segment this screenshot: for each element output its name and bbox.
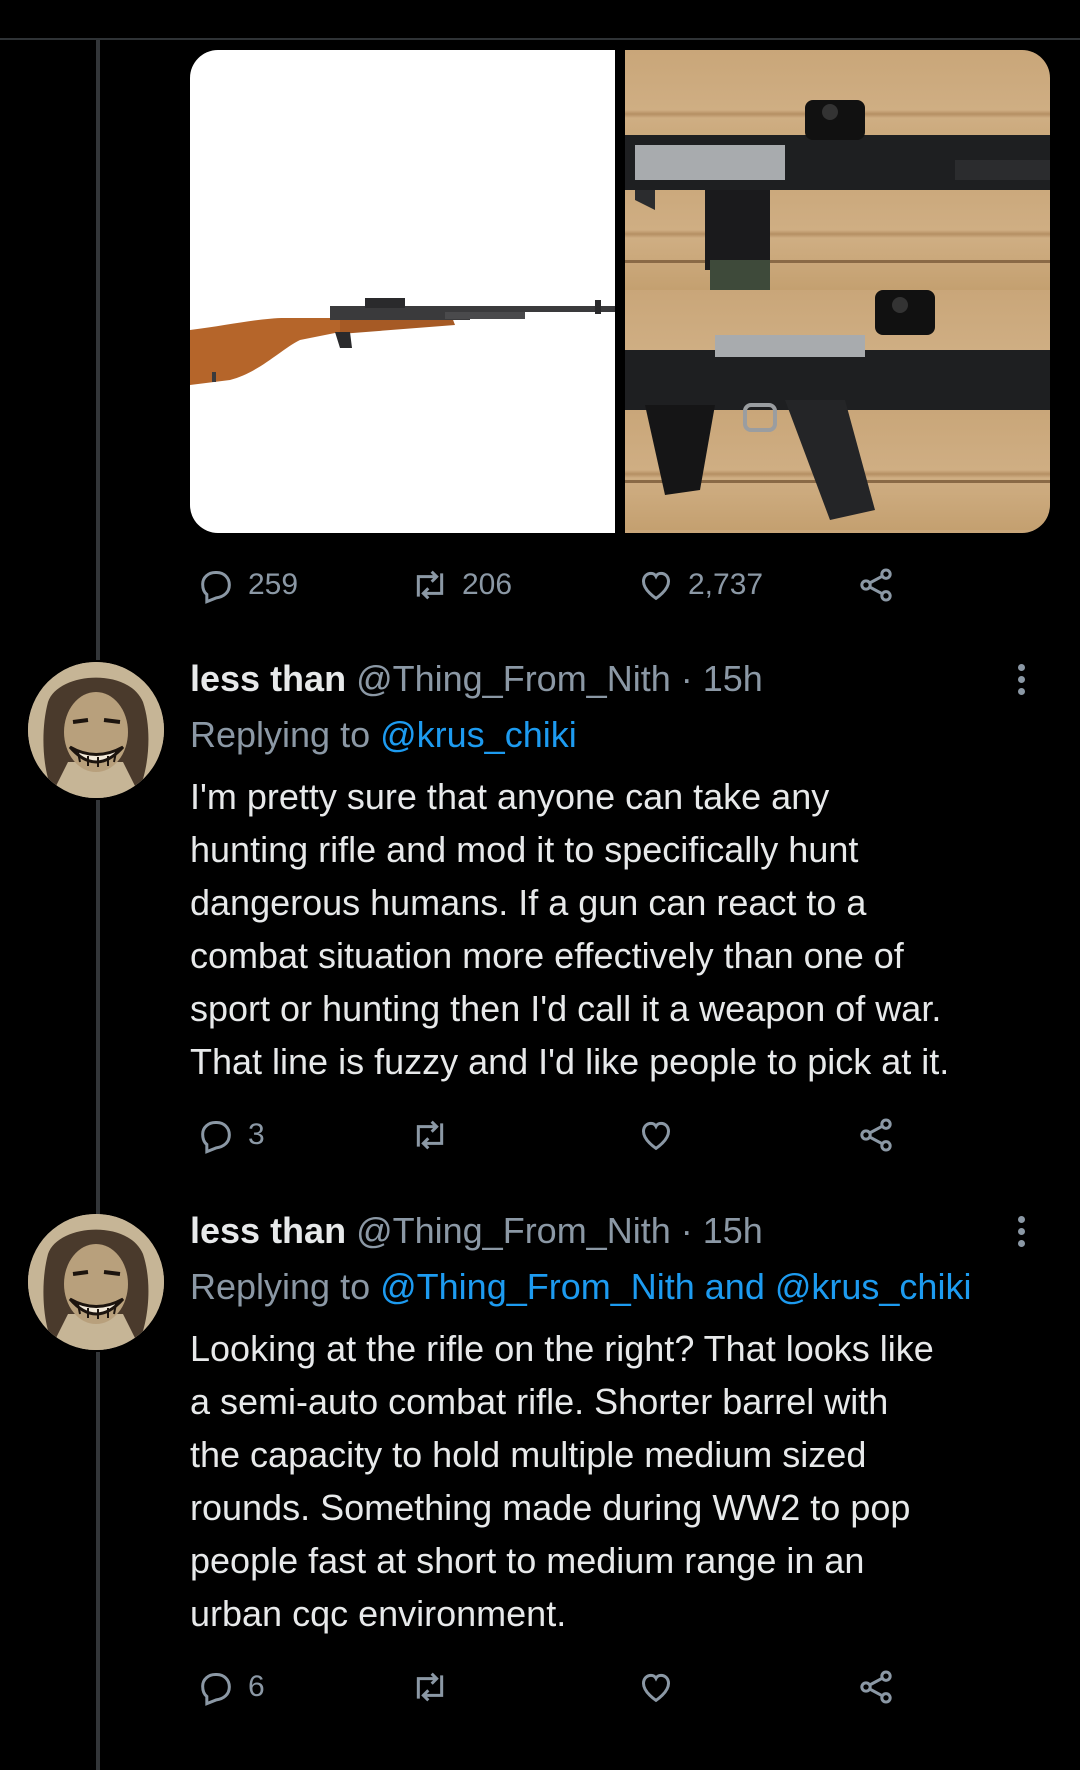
share-icon <box>860 1670 892 1704</box>
more-button[interactable] <box>1018 664 1028 700</box>
like-count: 2,737 <box>688 568 764 601</box>
tweet-actions: 6 <box>190 1662 1050 1712</box>
reply-button[interactable]: 3 <box>196 1110 265 1160</box>
replying-label: Replying to <box>190 1266 371 1307</box>
text-line: sport or hunting then I'd call it a weap… <box>190 988 942 1029</box>
text-line: Looking at the rifle on the right? That … <box>190 1328 934 1369</box>
share-button[interactable] <box>856 1662 896 1712</box>
retweet-icon <box>416 1672 444 1702</box>
media-image-left[interactable] <box>190 50 615 533</box>
handle[interactable]: @Thing_From_Nith <box>356 1210 671 1251</box>
avatar[interactable] <box>28 662 164 798</box>
like-button[interactable] <box>636 1662 676 1712</box>
display-name[interactable]: less than <box>190 1210 346 1251</box>
thread-line-top <box>96 40 100 660</box>
media-image-right[interactable] <box>625 50 1050 533</box>
retweet-button[interactable] <box>410 1110 450 1160</box>
text-line: combat situation more effectively than o… <box>190 935 904 976</box>
reply-button[interactable]: 6 <box>196 1662 265 1712</box>
reply-button[interactable]: 259 <box>196 560 298 610</box>
reply-count: 3 <box>248 1118 265 1151</box>
more-icon <box>1018 1216 1028 1247</box>
share-button[interactable] <box>856 1110 896 1160</box>
like-button[interactable]: 2,737 <box>636 560 763 610</box>
text-line: I'm pretty sure that anyone can take any <box>190 776 830 817</box>
text-line: dangerous humans. If a gun can react to … <box>190 882 867 923</box>
more-button[interactable] <box>1018 1216 1028 1252</box>
top-divider <box>0 38 1080 40</box>
like-icon <box>641 1673 671 1703</box>
avatar[interactable] <box>28 1214 164 1350</box>
timestamp[interactable]: · 15h <box>681 658 763 699</box>
thread-line-bottom <box>96 1352 100 1770</box>
text-line: That line is fuzzy and I'd like people t… <box>190 1041 950 1082</box>
like-icon <box>641 571 671 601</box>
tweet-actions-main: 259 206 2,737 <box>190 560 1050 610</box>
avatar-drawing <box>28 662 164 798</box>
text-line: people fast at short to medium range in … <box>190 1540 865 1581</box>
tweet-media[interactable] <box>190 50 1050 533</box>
text-line: hunting rifle and mod it to specifically… <box>190 829 859 870</box>
tweet-text: Looking at the rifle on the right? That … <box>190 1322 1070 1640</box>
like-icon <box>641 1121 671 1151</box>
retweet-icon <box>416 570 444 600</box>
display-name[interactable]: less than <box>190 658 346 699</box>
share-icon <box>860 568 892 602</box>
retweet-icon <box>416 1120 444 1150</box>
avatar-drawing <box>28 1214 164 1350</box>
modified-rifles-image <box>625 100 1050 520</box>
text-line: a semi-auto combat rifle. Shorter barrel… <box>190 1381 889 1422</box>
handle[interactable]: @Thing_From_Nith <box>356 658 671 699</box>
rifle-image <box>190 298 615 385</box>
share-icon <box>860 1118 892 1152</box>
reply-count: 259 <box>248 568 299 601</box>
like-button[interactable] <box>636 1110 676 1160</box>
replying-to: Replying to @krus_chiki <box>190 714 577 756</box>
thread-line-middle <box>96 800 100 1220</box>
replying-to-link[interactable]: @krus_chiki <box>380 714 577 755</box>
more-icon <box>1018 664 1028 695</box>
replying-to-link[interactable]: @Thing_From_Nith and @krus_chiki <box>380 1266 971 1307</box>
reply-icon <box>201 1673 231 1706</box>
share-button[interactable] <box>856 560 896 610</box>
text-line: urban cqc environment. <box>190 1593 567 1634</box>
text-line: the capacity to hold multiple medium siz… <box>190 1434 867 1475</box>
timestamp[interactable]: · 15h <box>681 1210 763 1251</box>
reply-count: 6 <box>248 1670 265 1703</box>
tweet-header: less than @Thing_From_Nith · 15h <box>190 658 763 700</box>
tweet-header: less than @Thing_From_Nith · 15h <box>190 1210 763 1252</box>
reply-icon <box>201 571 231 604</box>
tweet-actions: 3 <box>190 1110 1050 1160</box>
replying-label: Replying to <box>190 714 371 755</box>
text-line: rounds. Something made during WW2 to pop <box>190 1487 911 1528</box>
reply-icon <box>201 1121 231 1154</box>
retweet-count: 206 <box>462 568 513 601</box>
retweet-button[interactable] <box>410 1662 450 1712</box>
tweet-text: I'm pretty sure that anyone can take any… <box>190 770 1070 1088</box>
replying-to: Replying to @Thing_From_Nith and @krus_c… <box>190 1266 971 1308</box>
retweet-button[interactable]: 206 <box>410 560 512 610</box>
